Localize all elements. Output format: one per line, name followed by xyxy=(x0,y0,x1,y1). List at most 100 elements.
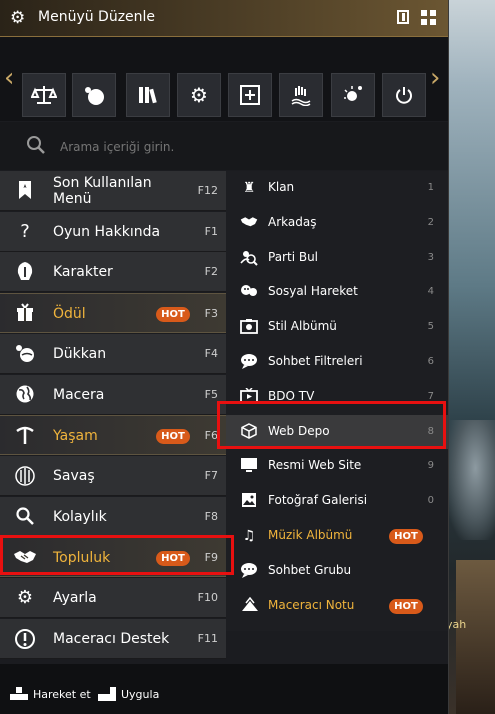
shortcut-key: F7 xyxy=(204,468,218,482)
hot-badge: HOT xyxy=(156,307,190,323)
books-icon[interactable] xyxy=(126,73,170,117)
submenu-label: Sosyal Hareket xyxy=(268,284,358,299)
shortcut-key: F4 xyxy=(204,346,218,360)
chevron-left-icon[interactable]: ‹ xyxy=(4,63,14,93)
category-label: Macera xyxy=(53,386,105,403)
power-icon[interactable] xyxy=(382,73,426,117)
handshake-icon xyxy=(240,214,258,232)
move-hint-label: Hareket et xyxy=(33,688,91,701)
swords-icon xyxy=(12,465,38,487)
clan-icon: ♜ xyxy=(242,180,256,196)
shortcut-key: F10 xyxy=(197,591,218,604)
shortcut-key: F6 xyxy=(204,429,218,443)
shortcut-key: F3 xyxy=(204,307,218,321)
window-title: Menüyü Düzenle xyxy=(38,9,156,25)
category-label: Dükkan xyxy=(53,345,107,362)
category-label: Ayarla xyxy=(53,590,97,606)
music-icon: ♫ xyxy=(242,528,256,544)
category-item-shop[interactable]: Dükkan F4 xyxy=(0,333,226,374)
pickaxe-icon xyxy=(12,425,38,447)
submenu-label: Fotoğraf Galerisi xyxy=(268,493,368,508)
category-item-reward[interactable]: Ödül HOT F3 xyxy=(0,293,226,334)
helmet-icon xyxy=(12,261,38,283)
category-label: Son Kullanılan Menü xyxy=(53,175,152,207)
gallery-icon xyxy=(240,492,258,510)
edit-menu-panel: ⚙ Menüyü Düzenle ‹ ⚙ › Arama içeriği gir… xyxy=(0,0,449,714)
category-item-life[interactable]: Yaşam HOT F6 xyxy=(0,415,226,456)
layout-toggle-button[interactable] xyxy=(397,10,409,24)
submenu-item-chat-group[interactable]: Sohbet Grubu xyxy=(226,554,448,589)
category-item-combat[interactable]: Savaş F7 xyxy=(0,455,226,496)
quick-icon-bar: ‹ ⚙ › xyxy=(0,37,448,121)
hot-badge: HOT xyxy=(389,529,423,544)
hand-water-icon[interactable] xyxy=(279,73,323,117)
category-list: Son Kullanılan Menü F12 ? Oyun Hakkında … xyxy=(0,171,226,661)
submenu-item-friend[interactable]: Arkadaş 2 xyxy=(226,206,448,241)
scales-book-icon[interactable] xyxy=(22,73,66,117)
globe-icon xyxy=(12,384,38,406)
shortcut-key: 1 xyxy=(427,182,434,193)
shortcut-key: 9 xyxy=(427,460,434,472)
shortcut-key: F8 xyxy=(204,509,218,523)
expand-square-icon[interactable] xyxy=(228,73,272,117)
submenu-item-chat-filters[interactable]: Sohbet Filtreleri 6 xyxy=(226,345,448,380)
shortcut-key: F2 xyxy=(204,265,218,279)
category-label: Oyun Hakkında xyxy=(53,223,161,240)
submenu-item-adventurer-note[interactable]: Maceracı Notu HOT xyxy=(226,589,448,624)
submenu-label: Maceracı Notu xyxy=(268,597,355,612)
category-label: Karakter xyxy=(53,264,113,281)
submenu-item-photo-gallery[interactable]: Fotoğraf Galerisi 0 xyxy=(226,484,448,519)
shortcut-key: 2 xyxy=(427,216,434,228)
scroll-icon xyxy=(240,596,258,615)
category-label: Kolaylık xyxy=(53,508,107,525)
submenu-item-style-album[interactable]: Stil Albümü 5 xyxy=(226,310,448,345)
shortcut-key: 4 xyxy=(427,286,434,298)
spark-icon[interactable] xyxy=(331,73,375,117)
help-icon xyxy=(12,628,38,650)
apply-hint-label: Uygula xyxy=(121,688,160,701)
submenu-label: Stil Albümü xyxy=(268,319,337,334)
shortcut-key: 6 xyxy=(427,356,434,367)
submenu-item-social-action[interactable]: Sosyal Hareket 4 xyxy=(226,275,448,310)
camera-icon xyxy=(240,318,258,336)
world-label: yah xyxy=(446,618,467,631)
gift-icon xyxy=(12,303,38,325)
category-item-about-game[interactable]: ? Oyun Hakkında F1 xyxy=(0,211,226,252)
rock-formation xyxy=(446,420,495,540)
footer-bar: Hareket et Uygula xyxy=(0,664,448,714)
category-label: Maceracı Destek xyxy=(53,630,170,647)
question-icon: ? xyxy=(20,220,30,242)
hot-badge: HOT xyxy=(156,429,190,445)
submenu-item-music-album[interactable]: ♫ Müzik Albümü HOT xyxy=(226,519,448,554)
game-world-background: yah xyxy=(446,0,495,714)
search-bar xyxy=(0,122,448,170)
bookmark-icon xyxy=(12,180,38,202)
shortcut-key: F11 xyxy=(197,631,218,645)
title-bar[interactable]: ⚙ Menüyü Düzenle xyxy=(0,0,448,37)
monitor-icon xyxy=(240,457,258,475)
shortcut-key: F12 xyxy=(197,184,218,197)
submenu-label: Klan xyxy=(268,180,295,194)
submenu-item-clan[interactable]: ♜ Klan 1 xyxy=(226,171,448,206)
chat-filter-icon xyxy=(240,353,258,371)
category-item-character[interactable]: Karakter F2 xyxy=(0,252,226,293)
category-item-adventurer-support[interactable]: Maceracı Destek F11 xyxy=(0,618,226,659)
gear-icon[interactable]: ⚙ xyxy=(177,73,221,117)
shortcut-key: 0 xyxy=(427,495,434,507)
enter-key-icon xyxy=(98,687,116,701)
shortcut-key: 5 xyxy=(427,321,434,333)
gear-icon: ⚙ xyxy=(16,587,34,608)
submenu-label: Arkadaş xyxy=(268,214,317,229)
ship-hull xyxy=(456,560,495,714)
category-item-settings[interactable]: ⚙ Ayarla F10 xyxy=(0,578,226,618)
category-item-recent[interactable]: Son Kullanılan Menü F12 xyxy=(0,171,226,211)
globe-fire-icon[interactable] xyxy=(72,73,116,117)
chevron-right-icon[interactable]: › xyxy=(430,63,440,93)
search-input[interactable] xyxy=(58,136,362,158)
category-item-adventure[interactable]: Macera F5 xyxy=(0,374,226,415)
category-label: Savaş xyxy=(53,467,95,484)
submenu-item-party-search[interactable]: Parti Bul 3 xyxy=(226,241,448,276)
category-item-convenience[interactable]: Kolaylık F8 xyxy=(0,496,226,537)
grid-view-button[interactable] xyxy=(421,10,437,26)
submenu-item-official-website[interactable]: Resmi Web Site 9 xyxy=(226,449,448,484)
